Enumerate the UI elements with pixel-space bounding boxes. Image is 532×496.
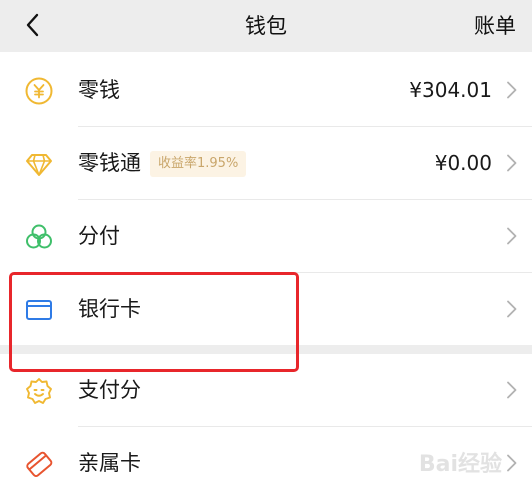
bill-button[interactable]: 账单	[474, 0, 516, 52]
payscore-icon	[26, 378, 52, 404]
list-item-fenfu[interactable]: 分付	[0, 200, 532, 272]
family-card-icon	[26, 451, 53, 477]
balance-value: ¥304.01	[409, 78, 492, 102]
lingqiantong-label: 零钱通	[78, 151, 141, 175]
nav-bar: 钱包 账单	[0, 0, 532, 52]
family-card-label: 亲属卡	[78, 451, 141, 475]
list-item-balance[interactable]: 零钱 ¥304.01	[0, 54, 532, 126]
coin-icon	[25, 77, 53, 105]
wallet-page: 钱包 账单 零钱 ¥304.01 零钱通 收益率1.95% ¥0.00 分付 银…	[0, 0, 532, 496]
chevron-right-icon	[507, 300, 517, 318]
list-item-lingqiantong[interactable]: 零钱通 收益率1.95% ¥0.00	[0, 127, 532, 199]
yield-badge: 收益率1.95%	[150, 151, 247, 177]
chevron-right-icon	[507, 227, 517, 245]
fenfu-icon	[26, 224, 52, 249]
chevron-right-icon	[507, 381, 517, 399]
balance-label: 零钱	[78, 78, 120, 102]
chevron-right-icon	[507, 81, 517, 99]
highlight-annotation	[9, 272, 299, 372]
fenfu-label: 分付	[78, 224, 120, 248]
chevron-right-icon	[507, 154, 517, 172]
page-title: 钱包	[245, 14, 287, 38]
diamond-icon	[26, 154, 52, 176]
chevron-right-icon	[507, 454, 517, 472]
watermark: Bai经验	[418, 452, 502, 477]
lingqiantong-value: ¥0.00	[434, 151, 492, 175]
